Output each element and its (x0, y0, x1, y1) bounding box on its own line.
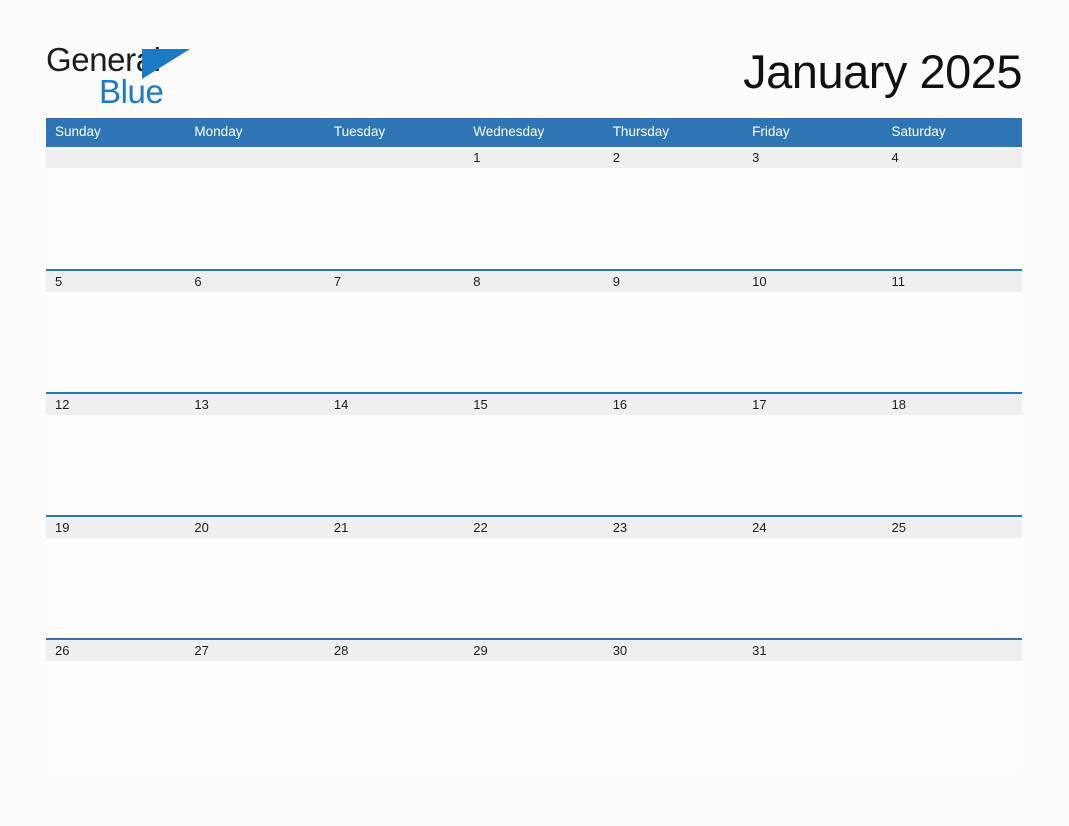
day-event-area[interactable] (604, 415, 743, 513)
day-event-area[interactable] (464, 168, 603, 267)
date-number[interactable]: 29 (464, 640, 603, 661)
day-event-area[interactable] (185, 168, 324, 267)
day-event-area[interactable] (883, 415, 1022, 513)
date-number[interactable]: 26 (46, 640, 185, 661)
date-number[interactable]: 30 (604, 640, 743, 661)
date-number[interactable]: 27 (185, 640, 324, 661)
date-number[interactable]: 6 (185, 271, 324, 292)
weekday-saturday: Saturday (891, 124, 946, 139)
date-number[interactable]: 22 (464, 517, 603, 538)
day-event-area[interactable] (883, 661, 1022, 771)
logo-word-blue: Blue (99, 73, 164, 110)
date-number[interactable]: 28 (325, 640, 464, 661)
date-number[interactable]: 15 (464, 394, 603, 415)
date-number[interactable] (185, 147, 324, 168)
week-row: 5 6 7 8 9 10 11 (46, 269, 1022, 392)
date-number[interactable]: 23 (604, 517, 743, 538)
date-number[interactable]: 18 (883, 394, 1022, 415)
date-number[interactable]: 17 (743, 394, 882, 415)
day-event-area[interactable] (325, 415, 464, 513)
week-event-band (46, 415, 1022, 513)
date-number[interactable]: 10 (743, 271, 882, 292)
date-number[interactable]: 1 (464, 147, 603, 168)
week-date-band: 1 2 3 4 (46, 147, 1022, 168)
date-number[interactable]: 20 (185, 517, 324, 538)
day-event-area[interactable] (743, 538, 882, 636)
weekday-tuesday: Tuesday (333, 124, 386, 139)
week-event-band (46, 292, 1022, 390)
date-number[interactable]: 3 (743, 147, 882, 168)
day-event-area[interactable] (325, 661, 464, 771)
day-event-area[interactable] (883, 292, 1022, 390)
date-number[interactable]: 21 (325, 517, 464, 538)
weekday-thursday: Thursday (612, 124, 669, 139)
date-number[interactable]: 11 (883, 271, 1022, 292)
date-number[interactable] (883, 640, 1022, 661)
week-row: 12 13 14 15 16 17 18 (46, 392, 1022, 515)
day-event-area[interactable] (464, 292, 603, 390)
date-number[interactable]: 2 (604, 147, 743, 168)
day-event-area[interactable] (743, 292, 882, 390)
date-number[interactable] (46, 147, 185, 168)
day-event-area[interactable] (464, 661, 603, 771)
day-event-area[interactable] (46, 292, 185, 390)
weekday-header-row: Sunday Monday Tuesday Wednesday Thursday… (46, 118, 1022, 145)
date-number[interactable]: 16 (604, 394, 743, 415)
day-event-area[interactable] (743, 661, 882, 771)
day-event-area[interactable] (46, 538, 185, 636)
week-event-band (46, 661, 1022, 771)
week-event-band (46, 168, 1022, 267)
week-date-band: 12 13 14 15 16 17 18 (46, 394, 1022, 415)
date-number[interactable]: 12 (46, 394, 185, 415)
weekday-sunday: Sunday (55, 124, 101, 139)
day-event-area[interactable] (604, 661, 743, 771)
date-number[interactable]: 14 (325, 394, 464, 415)
week-date-band: 5 6 7 8 9 10 11 (46, 271, 1022, 292)
day-event-area[interactable] (464, 415, 603, 513)
day-event-area[interactable] (46, 168, 185, 267)
day-event-area[interactable] (604, 538, 743, 636)
date-number[interactable]: 5 (46, 271, 185, 292)
weekday-friday: Friday (752, 124, 790, 139)
page-title: January 2025 (743, 45, 1022, 98)
week-row: 26 27 28 29 30 31 (46, 638, 1022, 773)
day-event-area[interactable] (464, 538, 603, 636)
day-event-area[interactable] (46, 415, 185, 513)
week-row: 1 2 3 4 (46, 145, 1022, 269)
week-date-band: 19 20 21 22 23 24 25 (46, 517, 1022, 538)
day-event-area[interactable] (604, 292, 743, 390)
date-number[interactable]: 31 (743, 640, 882, 661)
day-event-area[interactable] (883, 168, 1022, 267)
date-number[interactable]: 19 (46, 517, 185, 538)
date-number[interactable]: 8 (464, 271, 603, 292)
date-number[interactable]: 4 (883, 147, 1022, 168)
day-event-area[interactable] (185, 661, 324, 771)
weekday-wednesday: Wednesday (473, 124, 545, 139)
day-event-area[interactable] (325, 168, 464, 267)
date-number[interactable]: 13 (185, 394, 324, 415)
date-number[interactable]: 25 (883, 517, 1022, 538)
day-event-area[interactable] (325, 292, 464, 390)
day-event-area[interactable] (325, 538, 464, 636)
date-number[interactable]: 24 (743, 517, 882, 538)
week-event-band (46, 538, 1022, 636)
day-event-area[interactable] (185, 538, 324, 636)
day-event-area[interactable] (46, 661, 185, 771)
week-date-band: 26 27 28 29 30 31 (46, 640, 1022, 661)
date-number[interactable]: 7 (325, 271, 464, 292)
day-event-area[interactable] (604, 168, 743, 267)
day-event-area[interactable] (185, 292, 324, 390)
day-event-area[interactable] (743, 168, 882, 267)
general-blue-logo: General Blue (46, 40, 286, 110)
week-row: 19 20 21 22 23 24 25 (46, 515, 1022, 638)
date-number[interactable]: 9 (604, 271, 743, 292)
day-event-area[interactable] (185, 415, 324, 513)
calendar-grid: Sunday Monday Tuesday Wednesday Thursday… (46, 118, 1022, 773)
day-event-area[interactable] (743, 415, 882, 513)
date-number[interactable] (325, 147, 464, 168)
weekday-monday: Monday (194, 124, 243, 139)
calendar-page: General Blue January 2025 Sunday Monday … (0, 0, 1069, 826)
day-event-area[interactable] (883, 538, 1022, 636)
masthead: General Blue January 2025 (46, 40, 1022, 110)
